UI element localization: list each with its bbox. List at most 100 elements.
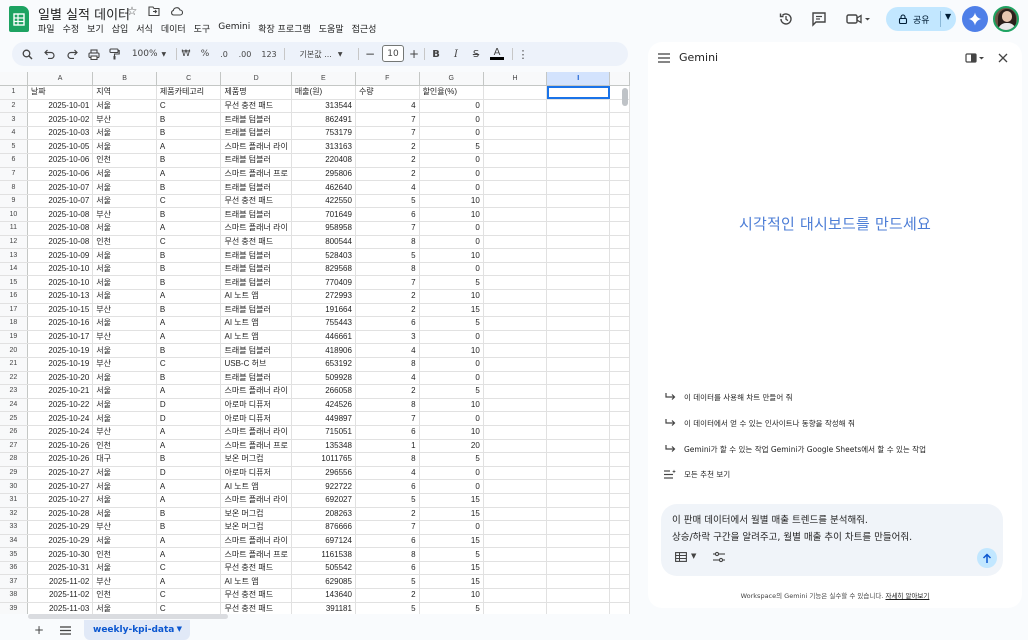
empty-cell[interactable] <box>483 520 548 535</box>
data-cell[interactable]: 2025-10-05 <box>27 139 94 155</box>
data-cell[interactable]: 서울 <box>92 221 157 236</box>
vertical-scroll-thumb[interactable] <box>622 88 628 106</box>
row-header[interactable]: 27 <box>0 439 28 454</box>
empty-cell[interactable] <box>483 561 548 576</box>
data-cell[interactable]: 15 <box>419 561 484 576</box>
row-header[interactable]: 7 <box>0 167 28 182</box>
data-cell[interactable]: D <box>156 398 222 413</box>
row-header[interactable]: 36 <box>0 561 28 576</box>
data-cell[interactable]: 2025-10-08 <box>27 235 94 250</box>
data-cell[interactable]: 트래블 텀블러 <box>220 248 292 263</box>
empty-cell[interactable] <box>546 99 611 114</box>
data-cell[interactable]: B <box>156 112 222 127</box>
data-cell[interactable]: 서울 <box>92 534 157 549</box>
data-cell[interactable]: 692027 <box>291 493 356 508</box>
data-cell[interactable]: 446661 <box>291 330 356 345</box>
data-cell[interactable]: 0 <box>419 371 484 386</box>
data-cell[interactable]: B <box>156 207 222 223</box>
gemini-sparkle-button[interactable] <box>962 6 988 32</box>
more-options-icon[interactable]: ⋮ <box>518 47 529 61</box>
data-cell[interactable]: 2025-10-19 <box>27 357 94 372</box>
data-cell[interactable]: 208263 <box>291 507 356 522</box>
empty-cell[interactable] <box>483 452 548 467</box>
data-cell[interactable]: C <box>156 194 222 209</box>
data-cell[interactable]: 서울 <box>92 248 157 263</box>
row-header[interactable]: 18 <box>0 316 28 331</box>
data-cell[interactable]: 0 <box>419 330 484 345</box>
data-cell[interactable]: 트래블 텀블러 <box>220 153 292 168</box>
data-cell[interactable]: 755443 <box>291 316 356 331</box>
data-cell[interactable]: A <box>156 316 222 331</box>
empty-cell[interactable] <box>546 520 611 535</box>
menu-data[interactable]: 데이터 <box>161 22 186 35</box>
data-cell[interactable]: A <box>156 330 222 345</box>
data-cell[interactable]: 부산 <box>92 425 157 440</box>
data-cell[interactable]: B <box>156 126 222 141</box>
learn-more-link[interactable]: 자세히 알아보기 <box>885 592 929 600</box>
row-header[interactable]: 20 <box>0 343 28 358</box>
data-cell[interactable]: 391181 <box>291 602 356 614</box>
all-sheets-icon[interactable] <box>58 623 72 637</box>
data-cell[interactable]: 스마트 플래너 라이 <box>220 221 292 236</box>
data-cell[interactable]: 10 <box>419 588 484 603</box>
menu-help[interactable]: 도움말 <box>319 22 344 35</box>
data-cell[interactable]: 8 <box>355 547 420 562</box>
empty-cell[interactable] <box>546 153 611 168</box>
data-cell[interactable]: 509928 <box>291 371 356 386</box>
data-cell[interactable]: 스마트 플래너 라이 <box>220 493 292 508</box>
decrease-font-size-button[interactable]: − <box>364 47 376 61</box>
row-header[interactable]: 16 <box>0 289 28 304</box>
number-format-button[interactable]: 123 <box>260 47 278 61</box>
sheet-tab-weekly-kpi-data[interactable]: weekly-kpi-data ▼ <box>84 620 190 640</box>
data-cell[interactable]: 2025-10-29 <box>27 520 94 535</box>
data-cell[interactable]: 2025-10-08 <box>27 207 94 223</box>
send-button[interactable] <box>977 548 997 568</box>
data-cell[interactable]: 8 <box>355 262 420 277</box>
empty-cell[interactable] <box>546 235 611 250</box>
account-avatar[interactable] <box>993 6 1019 32</box>
data-cell[interactable]: 인천 <box>92 439 157 454</box>
data-cell[interactable]: 6 <box>355 479 420 494</box>
data-cell[interactable]: 2025-10-10 <box>27 262 94 277</box>
data-cell[interactable]: 0 <box>419 167 484 182</box>
data-cell[interactable]: 5 <box>419 316 484 331</box>
data-cell[interactable]: 트래블 텀블러 <box>220 343 292 358</box>
menu-tools[interactable]: 도구 <box>194 22 211 35</box>
empty-cell[interactable] <box>546 248 611 263</box>
data-cell[interactable]: C <box>156 561 222 576</box>
empty-cell[interactable] <box>483 466 548 481</box>
header-cell[interactable]: 지역 <box>92 85 157 100</box>
data-cell[interactable]: B <box>156 303 222 318</box>
row-header[interactable]: 26 <box>0 425 28 440</box>
empty-cell[interactable] <box>483 330 548 345</box>
data-cell[interactable]: 트래블 텀블러 <box>220 371 292 386</box>
data-cell[interactable]: 트래블 텀블러 <box>220 126 292 141</box>
empty-cell[interactable] <box>483 289 548 304</box>
data-cell[interactable]: 2025-10-26 <box>27 452 94 467</box>
row-header[interactable]: 9 <box>0 194 28 209</box>
active-cell[interactable] <box>546 85 611 100</box>
data-cell[interactable]: 트래블 텀블러 <box>220 180 292 195</box>
empty-cell[interactable] <box>546 275 611 290</box>
data-cell[interactable]: AI 노트 앱 <box>220 289 292 304</box>
data-cell[interactable]: 15 <box>419 574 484 590</box>
data-cell[interactable]: 서울 <box>92 507 157 522</box>
empty-cell[interactable] <box>483 574 548 590</box>
data-cell[interactable]: 무선 충전 패드 <box>220 602 292 614</box>
row-header[interactable]: 23 <box>0 384 28 399</box>
sheets-logo-icon[interactable] <box>9 6 29 32</box>
menu-format[interactable]: 서식 <box>136 22 153 35</box>
row-header[interactable]: 21 <box>0 357 28 372</box>
data-cell[interactable]: 3 <box>355 330 420 345</box>
empty-cell[interactable] <box>546 371 611 386</box>
empty-cell[interactable] <box>483 207 548 223</box>
data-cell[interactable]: A <box>156 167 222 182</box>
data-cell[interactable]: 5 <box>355 602 420 614</box>
data-cell[interactable]: B <box>156 452 222 467</box>
data-cell[interactable]: 부산 <box>92 520 157 535</box>
data-cell[interactable]: A <box>156 479 222 494</box>
empty-cell[interactable] <box>546 343 611 358</box>
suggestion-insights[interactable]: 이 데이터에서 얻 수 있는 인사이트나 동향을 작성해 줘 <box>664 416 855 430</box>
data-cell[interactable]: B <box>156 371 222 386</box>
data-cell[interactable]: 5 <box>419 139 484 155</box>
